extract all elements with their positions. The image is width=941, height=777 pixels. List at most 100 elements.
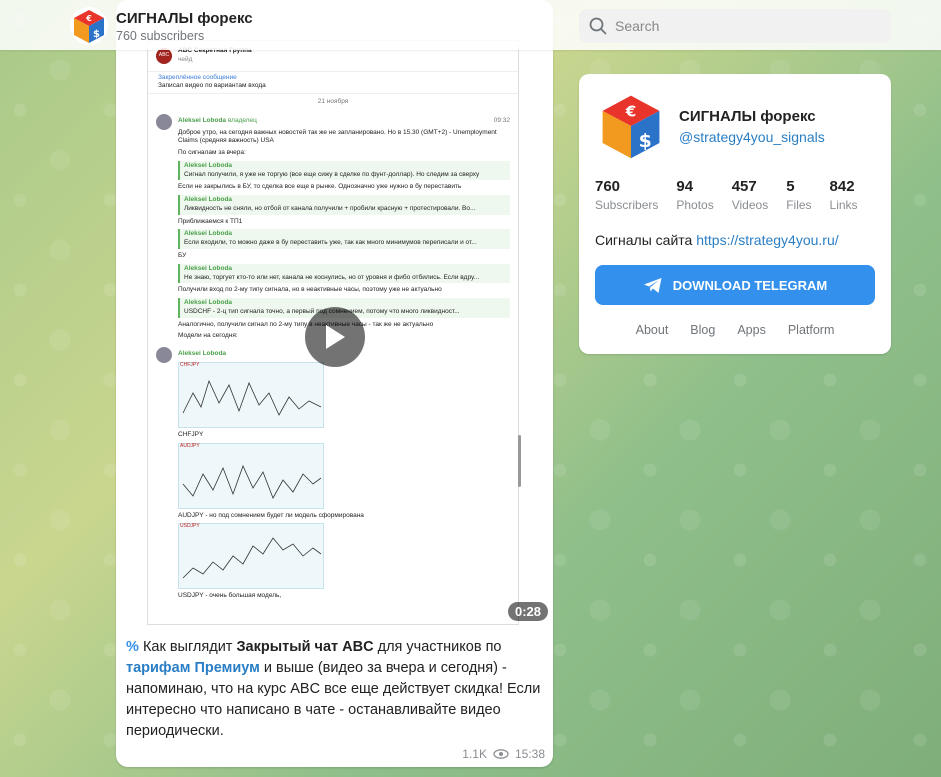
stat-number: 94	[676, 178, 694, 195]
msg-text: Если не закрылись в БУ, то сделка все ещ…	[178, 183, 462, 191]
caption-bold: Закрытый чат ABC	[236, 639, 374, 655]
channel-description: Сигналы сайта https://strategy4you.ru/	[595, 232, 839, 248]
quote-author: Aleksei Loboda	[184, 299, 233, 307]
reply-quote: Aleksei Loboda Ликвидность не сняли, но о…	[178, 195, 510, 215]
channel-header[interactable]: € $ СИГНАЛЫ форекс 760 subscribers	[70, 7, 253, 45]
msg-text: Приближаемся к ТП1	[178, 217, 243, 225]
channel-post: ABC ABC Секретная Группа чейд Закреплённ…	[116, 0, 553, 767]
quote-author: Aleksei Loboda	[184, 196, 233, 204]
author-avatar	[156, 113, 172, 130]
group-sub: чейд	[178, 55, 193, 63]
view-count: 1.1K	[462, 747, 487, 761]
svg-text:€: €	[85, 14, 92, 23]
chart-lines	[182, 464, 322, 499]
channel-avatar: € $	[70, 7, 108, 45]
msg-text: Доброе утро, на сегодня важных новостей …	[178, 128, 497, 145]
chart-caption: AUDJPY - но под сомнением будет ли модел…	[178, 511, 364, 519]
top-header: € $ СИГНАЛЫ форекс 760 subscribers	[0, 0, 941, 50]
chart-lines	[182, 379, 322, 416]
chart-lines	[182, 537, 322, 579]
stat-number: 457	[731, 178, 757, 195]
channel-info-card: € $ СИГНАЛЫ форекс @strategy4you_signals…	[579, 74, 891, 354]
website-link[interactable]: https://strategy4you.ru/	[696, 232, 838, 248]
footer-links: About Blog Apps Platform	[579, 323, 891, 337]
percent-emoji-icon: %	[126, 639, 139, 655]
svg-text:$: $	[93, 29, 100, 40]
search-input[interactable]	[615, 18, 875, 34]
video-scrollbar	[518, 435, 521, 487]
msg-text: По сигналам за вчера:	[178, 149, 246, 157]
author-name: Aleksei Loboda	[178, 116, 227, 124]
chart-caption: CHFJPY	[178, 430, 204, 438]
quote-text: Если входили, то можно даже в бу переста…	[184, 239, 477, 247]
search-box[interactable]	[579, 9, 891, 43]
channel-avatar-large: € $	[595, 90, 667, 162]
caption-text: Как выглядит	[142, 639, 237, 655]
stat-subscribers: 760 Subscribers	[595, 178, 658, 212]
info-channel-handle[interactable]: @strategy4you_signals	[679, 129, 825, 145]
date-divider: 21 ноября	[317, 98, 349, 106]
quote-author: Aleksei Loboda	[184, 230, 233, 238]
post-time: 15:38	[514, 747, 545, 761]
video-player[interactable]: ABC ABC Секретная Группа чейд Закреплённ…	[116, 0, 553, 627]
msg-text: БУ	[178, 252, 187, 260]
channel-logo-icon: € $	[602, 95, 660, 159]
channel-logo-icon: € $	[74, 10, 104, 43]
eye-icon	[493, 749, 509, 759]
stat-label: Photos	[676, 198, 714, 212]
quote-author: Aleksei Loboda	[184, 161, 233, 169]
svg-text:€: €	[625, 103, 637, 121]
description-text: Сигналы сайта	[595, 232, 697, 248]
reply-quote: Aleksei Loboda Если входили, то можно даж…	[178, 229, 510, 250]
caption-text: для участников по	[373, 639, 502, 655]
play-icon	[326, 325, 345, 349]
stat-number: 5	[786, 178, 795, 195]
reply-quote: Aleksei Loboda Не знаю, торгует кто-то ил…	[178, 263, 510, 284]
tariff-link[interactable]: тарифам Премиум	[126, 660, 260, 676]
author-avatar	[156, 347, 172, 364]
stat-number: 760	[595, 178, 621, 195]
stat-label: Files	[786, 198, 812, 212]
info-channel-name: СИГНАЛЫ форекс	[679, 107, 816, 125]
stat-label: Videos	[731, 198, 769, 212]
link-platform[interactable]: Platform	[788, 323, 835, 337]
reply-quote: Aleksei Loboda Сигнал получили, я уже не …	[178, 160, 510, 181]
svg-text:$: $	[639, 130, 652, 152]
channel-title: СИГНАЛЫ форекс	[116, 9, 253, 27]
play-button[interactable]	[305, 307, 365, 367]
channel-stats: 760 Subscribers 94 Photos 457 Videos 5 Files…	[595, 178, 876, 212]
group-avatar: ABC	[156, 47, 172, 64]
chart-screenshot: AUDJPY	[178, 442, 324, 509]
info-header: € $ СИГНАЛЫ форекс @strategy4you_signals	[595, 90, 825, 162]
post-caption: % Как выглядит Закрытый чат ABC для учас…	[116, 627, 553, 742]
chart-caption: USDJPY - очень большая модель,	[178, 592, 282, 600]
stat-files: 5 Files	[786, 178, 811, 212]
link-about[interactable]: About	[636, 323, 669, 337]
link-apps[interactable]: Apps	[737, 323, 766, 337]
stat-number: 842	[829, 178, 855, 195]
quote-author: Aleksei Loboda	[184, 264, 233, 272]
chart-screenshot: CHFJPY	[178, 361, 324, 428]
quote-text: Не знаю, торгует кто-то или нет, канала …	[184, 273, 480, 281]
author-role: владелец	[227, 116, 257, 124]
search-icon	[589, 17, 607, 35]
link-blog[interactable]: Blog	[690, 323, 715, 337]
telegram-plane-icon	[643, 277, 662, 293]
pinned-text: Записал видео по вариантам входа	[158, 82, 266, 90]
stat-label: Subscribers	[595, 198, 659, 212]
post-meta: 1.1K 15:38	[462, 747, 545, 761]
stat-videos: 457 Videos	[732, 178, 768, 212]
subscriber-count: 760 subscribers	[116, 28, 205, 43]
quote-text: Ликвидность не сняли, но отбой от канала…	[184, 204, 476, 212]
chart-screenshot: USDJPY	[178, 523, 324, 590]
message-group: Aleksei Loboda CHFJPY CHFJPY AUDJPY AUDJ…	[148, 344, 518, 604]
pinned-message: Закреплённое сообщение Записал видео по …	[148, 72, 518, 95]
msg-text: Получили вход по 2-му типу сигнала, но в…	[178, 286, 442, 294]
pinned-label: Закреплённое сообщение	[158, 73, 237, 81]
stat-photos: 94 Photos	[676, 178, 713, 212]
download-label: DOWNLOAD TELEGRAM	[672, 277, 828, 293]
author-name: Aleksei Loboda	[178, 350, 227, 358]
stat-links: 842 Links	[830, 178, 858, 212]
video-duration: 0:28	[507, 602, 548, 621]
download-telegram-button[interactable]: DOWNLOAD TELEGRAM	[595, 265, 875, 305]
